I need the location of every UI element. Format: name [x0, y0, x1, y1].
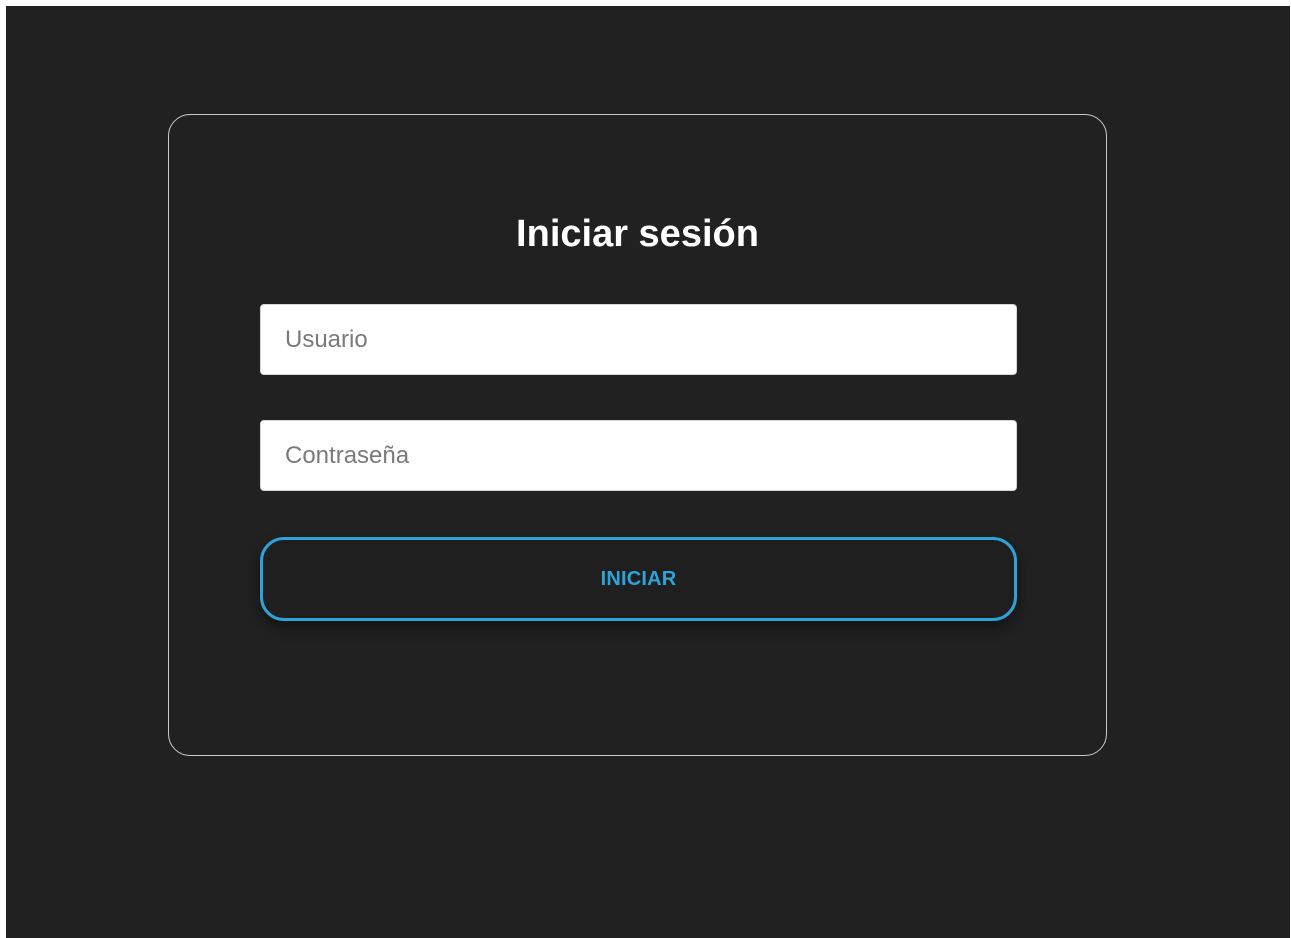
username-input[interactable]	[260, 304, 1017, 375]
login-submit-button[interactable]: INICIAR	[260, 537, 1017, 621]
login-title: Iniciar sesión	[516, 213, 759, 255]
app-screen: Iniciar sesión INICIAR	[6, 6, 1290, 938]
login-card: Iniciar sesión INICIAR	[168, 114, 1107, 756]
password-input[interactable]	[260, 420, 1017, 491]
